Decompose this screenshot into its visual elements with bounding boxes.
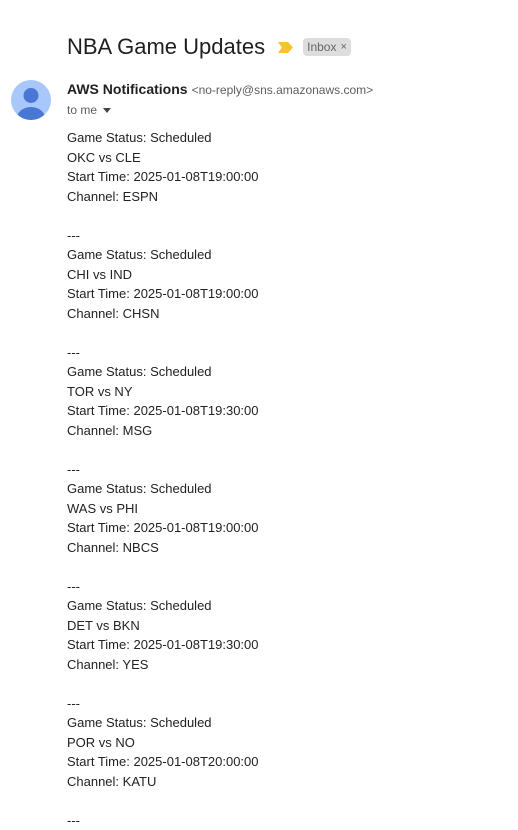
game-status: Game Status: Scheduled (67, 479, 507, 499)
game-channel: Channel: ESPN (67, 187, 507, 207)
blank-line (67, 206, 507, 226)
game-status: Game Status: Scheduled (67, 245, 507, 265)
game-matchup: POR vs NO (67, 733, 507, 753)
remove-label-icon[interactable]: × (340, 41, 346, 53)
game-separator: --- (67, 811, 507, 830)
game-channel: Channel: KATU (67, 772, 507, 792)
importance-marker-icon[interactable] (278, 42, 293, 53)
sender-avatar[interactable] (11, 80, 51, 120)
caret-down-icon[interactable] (103, 108, 111, 113)
game-start-time: Start Time: 2025-01-08T19:00:00 (67, 518, 507, 538)
default-avatar-icon (11, 80, 51, 120)
game-channel: Channel: MSG (67, 421, 507, 441)
game-start-time: Start Time: 2025-01-08T19:30:00 (67, 401, 507, 421)
blank-line (67, 791, 507, 811)
game-matchup: WAS vs PHI (67, 499, 507, 519)
blank-line (67, 674, 507, 694)
blank-line (67, 440, 507, 460)
game-channel: Channel: NBCS (67, 538, 507, 558)
game-separator: --- (67, 460, 507, 480)
game-separator: --- (67, 694, 507, 714)
game-matchup: OKC vs CLE (67, 148, 507, 168)
game-status: Game Status: Scheduled (67, 128, 507, 148)
game-separator: --- (67, 343, 507, 363)
game-matchup: DET vs BKN (67, 616, 507, 636)
email-body: Game Status: Scheduled OKC vs CLE Start … (67, 128, 507, 830)
sender-name[interactable]: AWS Notifications (67, 81, 188, 97)
recipient-row: to me (67, 103, 111, 117)
game-channel: Channel: CHSN (67, 304, 507, 324)
game-separator: --- (67, 577, 507, 597)
game-channel: Channel: YES (67, 655, 507, 675)
game-start-time: Start Time: 2025-01-08T19:00:00 (67, 284, 507, 304)
game-separator: --- (67, 226, 507, 246)
game-matchup: CHI vs IND (67, 265, 507, 285)
label-chip-text: Inbox (307, 40, 336, 54)
sender-email: <no-reply@sns.amazonaws.com> (192, 83, 374, 97)
game-start-time: Start Time: 2025-01-08T20:00:00 (67, 752, 507, 772)
game-start-time: Start Time: 2025-01-08T19:00:00 (67, 167, 507, 187)
blank-line (67, 557, 507, 577)
game-status: Game Status: Scheduled (67, 362, 507, 382)
email-subject: NBA Game Updates (67, 34, 265, 60)
sender-row: AWS Notifications <no-reply@sns.amazonaw… (67, 81, 373, 97)
blank-line (67, 323, 507, 343)
game-status: Game Status: Scheduled (67, 596, 507, 616)
game-start-time: Start Time: 2025-01-08T19:30:00 (67, 635, 507, 655)
recipient-label: to me (67, 103, 97, 117)
game-matchup: TOR vs NY (67, 382, 507, 402)
game-status: Game Status: Scheduled (67, 713, 507, 733)
subject-row: NBA Game Updates Inbox × (67, 31, 351, 63)
label-chip-inbox: Inbox × (303, 38, 351, 56)
